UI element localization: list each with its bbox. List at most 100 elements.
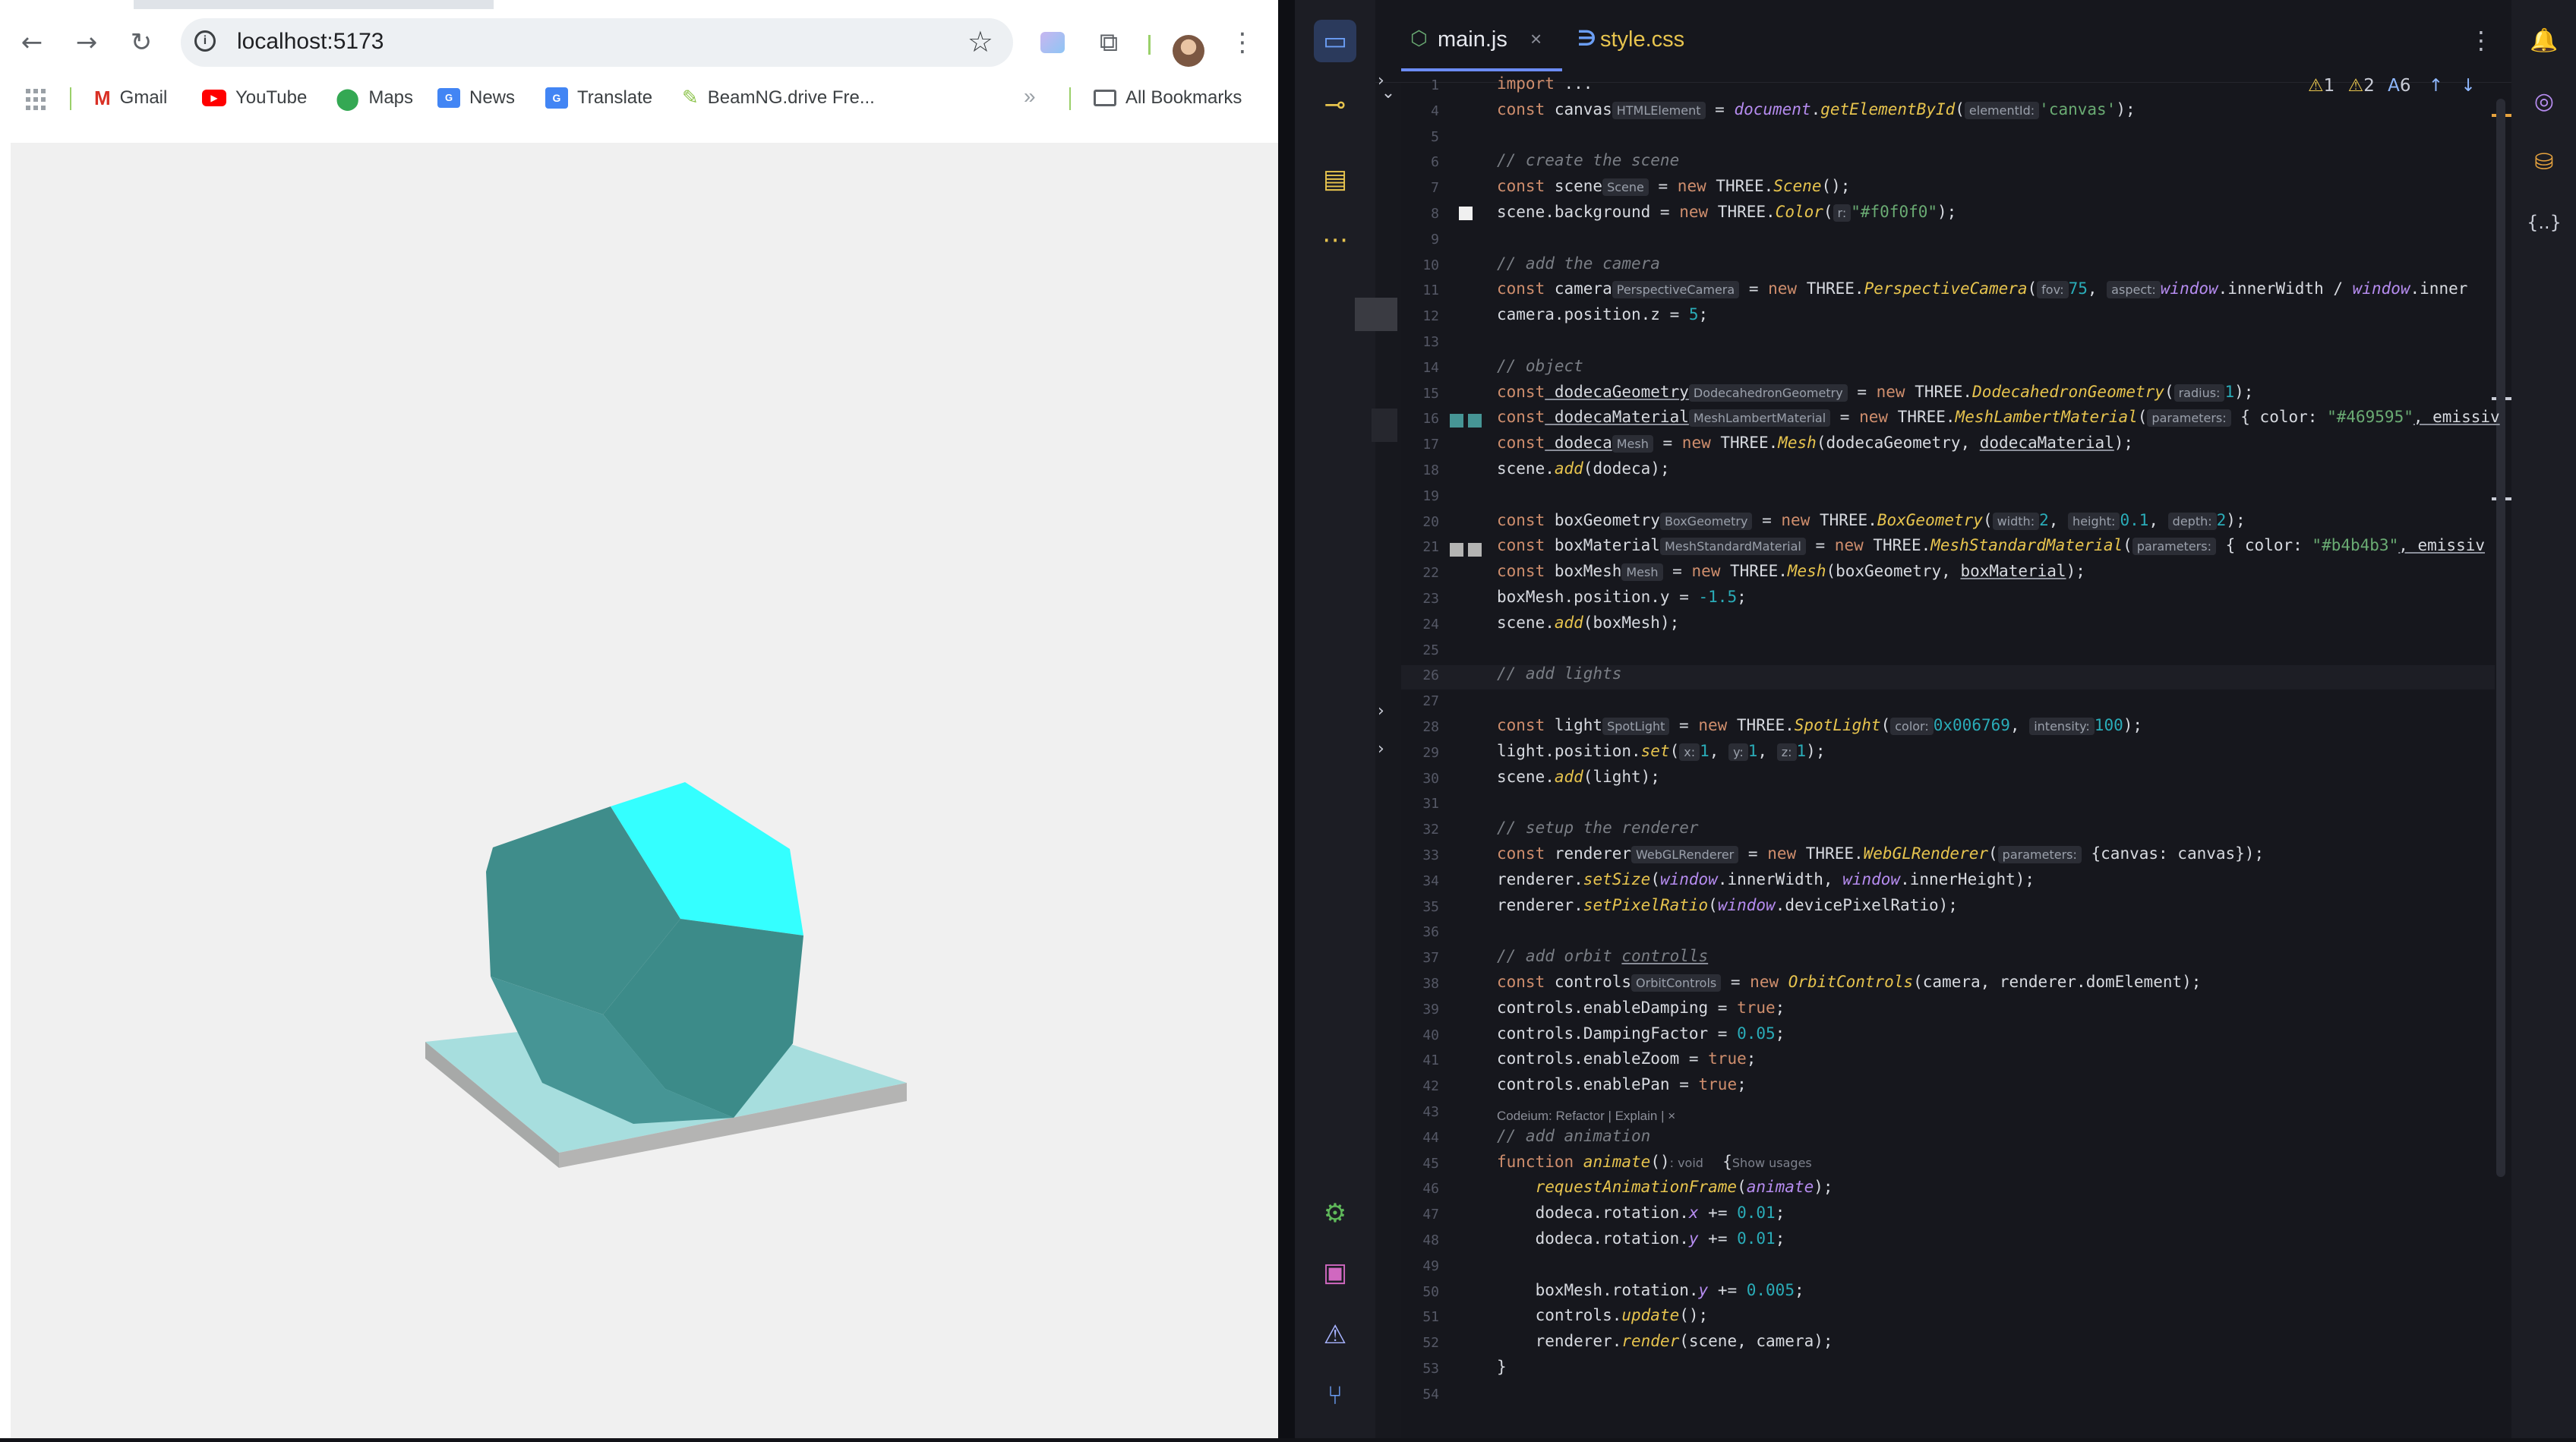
code-line-33[interactable]: const renderer WebGLRenderer = new THREE.… bbox=[1497, 844, 2264, 863]
code-line-1[interactable]: import ... bbox=[1497, 74, 1593, 93]
extensions-puzzle-icon[interactable]: ⧉ bbox=[1092, 26, 1125, 59]
next-highlight-icon[interactable]: ↓ bbox=[2461, 76, 2475, 96]
code-token: const bbox=[1497, 562, 1545, 580]
code-line-24[interactable]: scene.add(boxMesh); bbox=[1497, 614, 1679, 632]
extension-icon[interactable] bbox=[1036, 26, 1069, 59]
code-token: function bbox=[1497, 1153, 1574, 1171]
browser-menu-icon[interactable]: ⋮ bbox=[1226, 26, 1259, 59]
code-line-18[interactable]: scene.add(dodeca); bbox=[1497, 459, 1670, 478]
code-line-52[interactable]: renderer.render(scene, camera); bbox=[1497, 1332, 1833, 1350]
code-line-7[interactable]: const scene Scene = new THREE.Scene(); bbox=[1497, 177, 1850, 196]
terminal-icon[interactable]: ▣ bbox=[1314, 1251, 1356, 1294]
code-line-44[interactable]: // add animation bbox=[1497, 1127, 1650, 1145]
editor-scrollbar[interactable] bbox=[2496, 99, 2505, 1177]
code-line-14[interactable]: // object bbox=[1497, 357, 1583, 375]
site-info-icon[interactable]: i bbox=[194, 30, 216, 52]
bookmark-beamng[interactable]: ✎ BeamNG.drive Fre... bbox=[682, 84, 875, 112]
color-swatch-f0f0f0[interactable] bbox=[1459, 207, 1473, 220]
code-line-29[interactable]: light.position.set(x: 1, y: 1, z: 1); bbox=[1497, 742, 1825, 761]
code-token: , bbox=[1709, 742, 1729, 760]
code-line-35[interactable]: renderer.setPixelRatio(window.devicePixe… bbox=[1497, 896, 1958, 914]
color-swatch-469595[interactable] bbox=[1450, 414, 1463, 428]
forward-arrow-icon[interactable]: → bbox=[68, 24, 105, 61]
code-line-42[interactable]: controls.enablePan = true; bbox=[1497, 1075, 1747, 1093]
code-token: scene. bbox=[1497, 768, 1555, 786]
webgl-canvas[interactable] bbox=[11, 143, 1278, 1438]
ai-assistant-icon[interactable]: ◎ bbox=[2528, 85, 2560, 117]
code-line-15[interactable]: const dodecaGeometry DodecahedronGeometry… bbox=[1497, 383, 2253, 402]
code-line-11[interactable]: const camera PerspectiveCamera = new THRE… bbox=[1497, 279, 2467, 298]
code-line-45[interactable]: function animate(): void {Show usages bbox=[1497, 1153, 1812, 1171]
code-line-28[interactable]: const light SpotLight = new THREE.SpotLig… bbox=[1497, 716, 2142, 735]
settings-gear-icon[interactable]: ⚙ bbox=[1314, 1192, 1356, 1235]
bookmark-youtube[interactable]: ▶ YouTube bbox=[202, 84, 307, 112]
url-text[interactable]: localhost:5173 bbox=[237, 29, 384, 55]
code-line-46[interactable]: requestAnimationFrame(animate); bbox=[1497, 1178, 1833, 1196]
inlay-hint: radius: bbox=[2174, 384, 2225, 402]
code-line-41[interactable]: controls.enableZoom = true; bbox=[1497, 1049, 1756, 1068]
json-icon[interactable]: {..} bbox=[2527, 207, 2562, 238]
back-arrow-icon[interactable]: ← bbox=[14, 24, 50, 61]
code-line-39[interactable]: controls.enableDamping = true; bbox=[1497, 999, 1785, 1017]
color-swatch-b4b4b3[interactable] bbox=[1468, 543, 1482, 557]
code-line-26[interactable]: // add lights bbox=[1497, 664, 1621, 683]
code-line-34[interactable]: renderer.setSize(window.innerWidth, wind… bbox=[1497, 870, 2035, 888]
fold-expand-icon[interactable]: › bbox=[1378, 71, 1384, 90]
address-bar[interactable]: i localhost:5173 ☆ bbox=[181, 18, 1013, 67]
code-line-37[interactable]: // add orbit controlls bbox=[1497, 947, 1708, 965]
code-line-20[interactable]: const boxGeometry BoxGeometry = new THREE… bbox=[1497, 511, 2246, 530]
prev-highlight-icon[interactable]: ↑ bbox=[2429, 76, 2443, 96]
code-line-51[interactable]: controls.update(); bbox=[1497, 1306, 1709, 1324]
git-branch-icon[interactable]: ⑂ bbox=[1314, 1374, 1356, 1417]
bookmark-star-icon[interactable]: ☆ bbox=[968, 25, 993, 58]
code-line-17[interactable]: const dodeca Mesh = new THREE.Mesh(dodeca… bbox=[1497, 434, 2133, 453]
code-line-50[interactable]: boxMesh.rotation.y += 0.005; bbox=[1497, 1281, 1804, 1299]
code-line-53[interactable]: } bbox=[1497, 1358, 1507, 1376]
bookmark-translate[interactable]: G Translate bbox=[545, 84, 652, 112]
bookmark-gmail[interactable]: M Gmail bbox=[94, 84, 167, 112]
code-line-22[interactable]: const boxMesh Mesh = new THREE.Mesh(boxGe… bbox=[1497, 562, 2085, 581]
code-line-32[interactable]: // setup the renderer bbox=[1497, 819, 1699, 837]
browser-tab-active[interactable] bbox=[0, 0, 134, 9]
more-tools-icon[interactable]: ⋯ bbox=[1314, 219, 1356, 261]
bookmarks-overflow-icon[interactable]: » bbox=[1024, 84, 1036, 109]
browser-tab[interactable] bbox=[494, 0, 1278, 9]
tab-options-icon[interactable]: ⋮ bbox=[2469, 26, 2493, 55]
code-line-40[interactable]: controls.DampingFactor = 0.05; bbox=[1497, 1024, 1785, 1043]
color-swatch-b4b4b3[interactable] bbox=[1450, 543, 1463, 557]
code-token: add bbox=[1554, 614, 1583, 632]
close-tab-icon[interactable]: × bbox=[1530, 27, 1542, 51]
apps-grid-icon[interactable] bbox=[26, 89, 47, 110]
code-line-12[interactable]: camera.position.z = 5; bbox=[1497, 305, 1708, 323]
code-line-38[interactable]: const controls OrbitControls = new OrbitC… bbox=[1497, 973, 2201, 992]
fold-expand-icon[interactable]: › bbox=[1378, 702, 1384, 721]
code-line-23[interactable]: boxMesh.position.y = -1.5; bbox=[1497, 588, 1747, 606]
code-line-48[interactable]: dodeca.rotation.y += 0.01; bbox=[1497, 1229, 1785, 1248]
bookmark-maps[interactable]: ⬤ Maps bbox=[336, 84, 413, 112]
codeium-code-lens[interactable]: Codeium: Refactor | Explain | × bbox=[1497, 1109, 1675, 1124]
code-line-8[interactable]: scene.background = new THREE.Color(r: "#f… bbox=[1497, 203, 1956, 222]
code-line-47[interactable]: dodeca.rotation.x += 0.01; bbox=[1497, 1204, 1785, 1222]
tab-main-js[interactable]: ⬡ main.js × bbox=[1401, 11, 1562, 71]
code-line-6[interactable]: // create the scene bbox=[1497, 151, 1679, 169]
code-line-16[interactable]: const dodecaMaterial MeshLambertMaterial … bbox=[1497, 408, 2500, 427]
code-line-30[interactable]: scene.add(light); bbox=[1497, 768, 1660, 786]
fold-expand-icon[interactable]: › bbox=[1378, 740, 1384, 759]
reload-icon[interactable]: ↻ bbox=[123, 24, 159, 61]
code-line-4[interactable]: const canvas HTMLElement = document.getEl… bbox=[1497, 100, 2136, 119]
structure-icon[interactable]: ▤ bbox=[1314, 158, 1356, 200]
color-swatch-469595[interactable] bbox=[1468, 414, 1482, 428]
code-token: .innerWidth, bbox=[1717, 870, 1843, 888]
database-icon[interactable]: ⛁ bbox=[2528, 146, 2560, 178]
all-bookmarks[interactable]: All Bookmarks bbox=[1094, 84, 1242, 112]
problems-icon[interactable]: ⚠ bbox=[1314, 1314, 1356, 1356]
profile-avatar[interactable] bbox=[1173, 35, 1204, 67]
project-icon[interactable]: ▭ bbox=[1314, 20, 1356, 62]
tab-style-css[interactable]: ∋ style.css bbox=[1570, 11, 1722, 71]
bookmark-news[interactable]: G News bbox=[437, 84, 515, 112]
commit-icon[interactable]: ⊸ bbox=[1314, 84, 1356, 126]
code-line-10[interactable]: // add the camera bbox=[1497, 254, 1660, 273]
code-line-21[interactable]: const boxMaterial MeshStandardMaterial = … bbox=[1497, 536, 2485, 555]
notifications-icon[interactable]: 🔔 bbox=[2528, 24, 2560, 56]
inspection-widget[interactable]: ⚠1 ⚠2 A6 ↑ ↓ bbox=[2308, 76, 2476, 96]
